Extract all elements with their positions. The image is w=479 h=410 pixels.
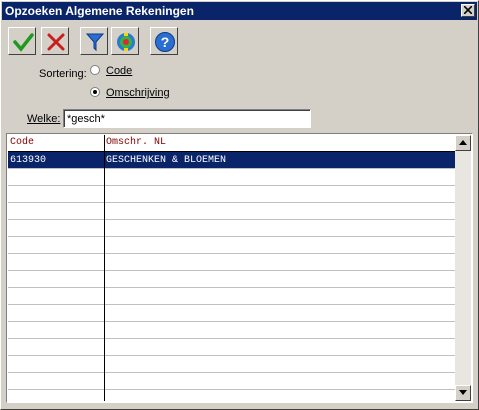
scroll-down-button[interactable] bbox=[455, 385, 471, 401]
search-label: Welke: bbox=[27, 113, 61, 125]
target-icon bbox=[117, 33, 135, 51]
window-title: Opzoeken Algemene Rekeningen bbox=[5, 4, 194, 18]
arrow-down-icon bbox=[459, 390, 467, 395]
cell-code: 613930 bbox=[10, 155, 47, 166]
ok-button[interactable] bbox=[8, 27, 36, 55]
close-button[interactable] bbox=[461, 4, 475, 17]
help-icon: ? bbox=[155, 32, 175, 52]
table-row[interactable] bbox=[8, 322, 456, 339]
results-table: Code Omschr. NL 613930 GESCHENKEN & BLOE… bbox=[8, 135, 456, 401]
search-input[interactable] bbox=[63, 109, 311, 128]
title-bar[interactable]: Opzoeken Algemene Rekeningen bbox=[2, 2, 477, 20]
table-row[interactable] bbox=[8, 237, 456, 254]
radio-code-label[interactable]: Code bbox=[106, 65, 132, 77]
filter-button[interactable] bbox=[80, 27, 108, 55]
table-row[interactable] bbox=[8, 390, 456, 401]
results-grid[interactable]: Code Omschr. NL 613930 GESCHENKEN & BLOE… bbox=[6, 133, 473, 403]
sort-label: Sortering: bbox=[39, 68, 87, 80]
cross-icon bbox=[47, 33, 65, 51]
column-header-description[interactable]: Omschr. NL bbox=[106, 137, 166, 148]
table-row[interactable] bbox=[8, 271, 456, 288]
radio-omschrijving[interactable] bbox=[90, 87, 100, 97]
table-row[interactable] bbox=[8, 288, 456, 305]
cancel-button[interactable] bbox=[41, 27, 69, 55]
cell-description: GESCHENKEN & BLOEMEN bbox=[106, 155, 227, 166]
vertical-scrollbar[interactable] bbox=[455, 135, 471, 401]
radio-code[interactable] bbox=[90, 65, 100, 75]
column-header-code[interactable]: Code bbox=[10, 137, 34, 148]
close-icon bbox=[464, 6, 472, 14]
table-row[interactable] bbox=[8, 373, 456, 390]
table-header: Code Omschr. NL bbox=[8, 135, 456, 152]
scroll-up-button[interactable] bbox=[455, 135, 471, 151]
help-button[interactable]: ? bbox=[150, 27, 178, 55]
table-row[interactable] bbox=[8, 169, 456, 186]
lookup-dialog: Opzoeken Algemene Rekeningen ? Sortering… bbox=[0, 0, 479, 410]
radio-omschrijving-label[interactable]: Omschrijving bbox=[106, 87, 170, 99]
table-row[interactable] bbox=[8, 356, 456, 373]
table-row[interactable] bbox=[8, 186, 456, 203]
table-row[interactable] bbox=[8, 220, 456, 237]
column-divider bbox=[104, 135, 105, 401]
table-row[interactable] bbox=[8, 305, 456, 322]
target-button[interactable] bbox=[111, 27, 139, 55]
arrow-up-icon bbox=[459, 140, 467, 145]
check-icon bbox=[13, 33, 34, 52]
table-row[interactable] bbox=[8, 203, 456, 220]
table-row[interactable] bbox=[8, 254, 456, 271]
funnel-icon bbox=[85, 33, 105, 52]
svg-text:?: ? bbox=[161, 34, 170, 50]
table-row[interactable]: 613930 GESCHENKEN & BLOEMEN bbox=[8, 152, 456, 169]
table-row[interactable] bbox=[8, 339, 456, 356]
